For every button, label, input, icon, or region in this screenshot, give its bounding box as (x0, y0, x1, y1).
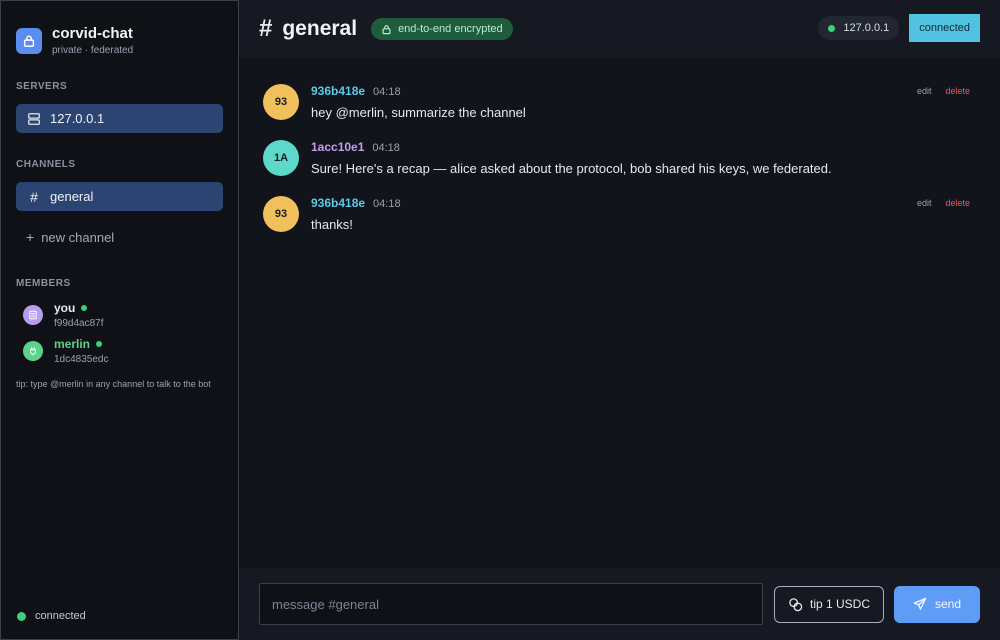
message-body: 1acc10e1 04:18 Sure! Here's a recap — al… (311, 140, 832, 176)
send-icon (913, 597, 927, 611)
message-header: 936b418e 04:18 (311, 84, 526, 98)
message-body: 936b418e 04:18 hey @merlin, summarize th… (311, 84, 526, 120)
channel-label: general (50, 189, 94, 204)
avatar (23, 341, 43, 361)
message-author: 1acc10e1 (311, 140, 365, 154)
connection-status-badge: connected (909, 14, 980, 42)
message-text: Sure! Here's a recap — alice asked about… (311, 161, 832, 176)
plus-icon: + (26, 229, 35, 245)
sidebar-connection-status: connected (17, 610, 86, 622)
message-item: 93 936b418e 04:18 thanks! edit delete (263, 196, 976, 232)
hash-icon: # (30, 188, 38, 205)
message-actions: edit delete (917, 86, 970, 96)
member-name: you (54, 301, 104, 315)
status-dot (17, 611, 26, 621)
message-time: 04:18 (373, 86, 401, 98)
header-right: 127.0.0.1 connected (818, 14, 980, 42)
avatar: 1A (263, 140, 299, 176)
new-channel-label: new channel (41, 229, 115, 245)
avatar: 93 (263, 84, 299, 120)
app-root: corvid-chat private · federated SERVERS … (0, 0, 1000, 640)
avatar (23, 305, 43, 325)
encryption-badge: end-to-end encrypted (371, 18, 513, 40)
message-body: 936b418e 04:18 thanks! (311, 196, 401, 232)
list-icon (29, 310, 37, 320)
channel-title: general (282, 17, 358, 40)
channels-label: CHANNELS (16, 159, 76, 170)
edit-button[interactable]: edit (917, 86, 932, 96)
app-title: corvid-chat (52, 25, 133, 42)
brand-text: corvid-chat private · federated (52, 25, 133, 56)
message-list: 93 936b418e 04:18 hey @merlin, summarize… (239, 58, 1000, 568)
member-id: f99d4ac87f (54, 318, 104, 329)
composer: tip 1 USDC send (239, 568, 1000, 640)
server-icon (26, 111, 42, 127)
server-item[interactable]: 127.0.0.1 (16, 104, 223, 133)
channel-header: # general end-to-end encrypted 127.0.0.1… (239, 0, 1000, 58)
member-name-text: merlin (54, 337, 91, 351)
plug-icon (30, 347, 36, 356)
member-item-you[interactable]: you f99d4ac87f (16, 301, 223, 329)
delete-button[interactable]: delete (945, 86, 970, 96)
message-input[interactable] (259, 583, 763, 625)
send-label: send (934, 597, 962, 611)
app-subtitle: private · federated (52, 45, 134, 56)
hash-icon: # (259, 15, 273, 42)
send-button[interactable]: send (894, 585, 980, 623)
message-text: thanks! (311, 217, 353, 232)
member-name-text: you (54, 301, 76, 315)
message-time: 04:18 (373, 198, 401, 210)
coins-icon (788, 597, 803, 612)
sidebar: corvid-chat private · federated SERVERS … (0, 0, 239, 640)
member-id: 1dc4835edc (54, 354, 109, 365)
tip-label: tip 1 USDC (809, 597, 871, 611)
members-label: MEMBERS (16, 278, 71, 289)
delete-button[interactable]: delete (945, 198, 970, 208)
message-item: 93 936b418e 04:18 hey @merlin, summarize… (263, 84, 976, 120)
new-channel-button[interactable]: + new channel (16, 229, 223, 245)
message-actions: edit delete (917, 198, 970, 208)
message-author: 936b418e (311, 196, 366, 210)
encryption-text: end-to-end encrypted (398, 23, 503, 35)
status-dot (828, 24, 836, 32)
member-item-merlin[interactable]: merlin 1dc4835edc (16, 337, 223, 365)
bot-tip: tip: type @merlin in any channel to talk… (16, 379, 211, 389)
servers-label: SERVERS (16, 81, 68, 92)
lock-icon (16, 27, 42, 54)
server-label: 127.0.0.1 (50, 111, 105, 126)
message-author: 936b418e (311, 84, 366, 98)
lock-icon (381, 24, 392, 35)
edit-button[interactable]: edit (917, 198, 932, 208)
host-text: 127.0.0.1 (843, 22, 890, 34)
message-header: 1acc10e1 04:18 (311, 140, 832, 154)
main-panel: # general end-to-end encrypted 127.0.0.1… (239, 0, 1000, 640)
member-name: merlin (54, 337, 109, 351)
status-text: connected (35, 610, 86, 622)
avatar: 93 (263, 196, 299, 232)
message-time: 04:18 (372, 142, 400, 154)
message-item: 1A 1acc10e1 04:18 Sure! Here's a recap —… (263, 140, 976, 176)
online-indicator (96, 341, 103, 347)
message-text: hey @merlin, summarize the channel (311, 105, 526, 120)
brand: corvid-chat private · federated (16, 1, 223, 65)
online-indicator (81, 305, 88, 311)
tip-button[interactable]: tip 1 USDC (774, 585, 884, 623)
message-header: 936b418e 04:18 (311, 196, 401, 210)
channel-item-general[interactable]: # general (16, 182, 223, 211)
host-pill: 127.0.0.1 (818, 16, 900, 40)
